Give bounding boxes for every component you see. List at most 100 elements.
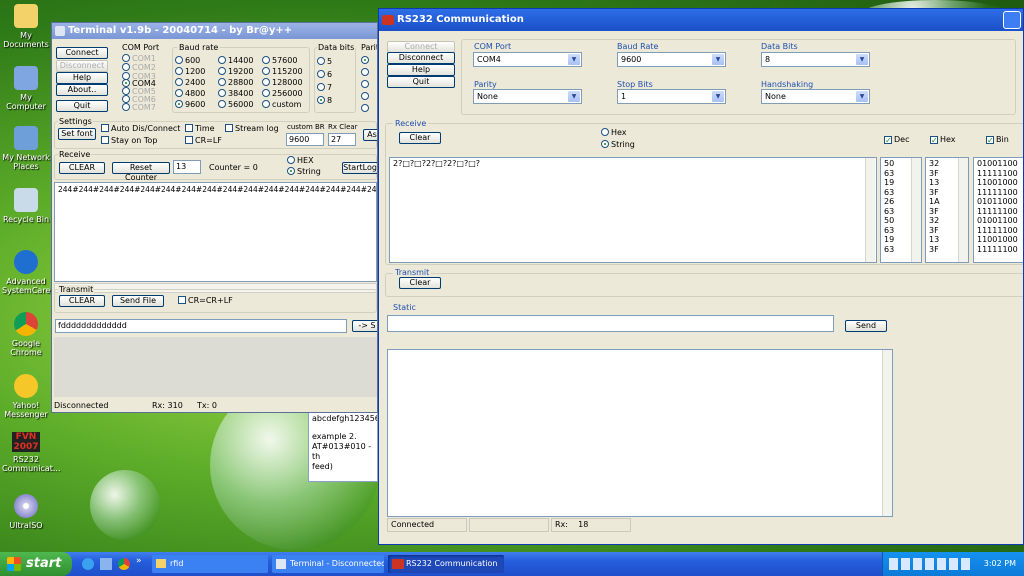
com-radio-1[interactable]: COM1 — [122, 54, 156, 63]
minimize-button[interactable] — [1003, 11, 1021, 29]
terminal-window[interactable]: Terminal v1.9b - 20040714 - by Br@y++ Co… — [51, 22, 378, 413]
rs232-stop-bits-select[interactable]: 1 ▼ — [617, 89, 726, 104]
baud-radio-selected[interactable]: 9600 — [175, 99, 205, 110]
baud-radio[interactable]: 57600 — [262, 55, 303, 66]
rs232-receive-text[interactable]: 2?□?□?2?□?2?□?□? — [389, 157, 877, 263]
rs232-string-radio[interactable]: String — [601, 140, 635, 149]
parity-options[interactable] — [361, 55, 371, 115]
baud-radio[interactable]: custom — [262, 99, 303, 110]
bin-list[interactable]: 01001100 11111100 11001000 11111100 0101… — [973, 157, 1023, 263]
desktop-icon-google-chrome[interactable]: Google Chrome — [2, 312, 50, 357]
rs232-handshaking-select[interactable]: None ▼ — [761, 89, 870, 104]
notepad-window-fragment[interactable]: abcdefgh123456 example 2. AT#013#010 - t… — [308, 410, 378, 482]
desktop-icon-my-documents[interactable]: My Documents — [2, 4, 50, 49]
rs232-title-bar[interactable]: RS232 Communication — [379, 9, 1023, 31]
baud-radio[interactable]: 4800 — [175, 88, 205, 99]
data-bits-label: Data bits — [317, 43, 356, 52]
reset-counter-button[interactable]: Reset Counter — [112, 162, 170, 182]
receive-clear-button[interactable]: CLEAR — [59, 162, 105, 174]
chevron-right-icon[interactable]: » — [136, 556, 142, 566]
hex-radio[interactable]: HEX — [287, 156, 314, 165]
taskbar-item-rfid[interactable]: rfid — [152, 555, 268, 573]
rs232-hex-radio[interactable]: Hex — [601, 128, 627, 137]
string-radio[interactable]: String — [287, 167, 321, 176]
terminal-connect-button[interactable]: Connect — [56, 47, 108, 59]
baud-radio[interactable]: 19200 — [218, 66, 253, 77]
desktop-icon-yahoo-messenger[interactable]: Yahoo! Messenger — [2, 374, 50, 419]
baud-radio[interactable]: 28800 — [218, 77, 253, 88]
rs232-quit-button[interactable]: Quit — [387, 76, 455, 88]
rs232-disconnect-button[interactable]: Disconnect — [387, 52, 455, 64]
bin-checkbox[interactable]: ✓ Bin — [986, 135, 1009, 145]
rs232-data-bits-select[interactable]: 8 ▼ — [761, 52, 870, 67]
baud-radio[interactable]: 128000 — [262, 77, 303, 88]
cr-lf-checkbox[interactable]: CR=LF — [185, 136, 222, 145]
com-radio-7[interactable]: COM7 — [122, 103, 156, 112]
terminal-disconnect-button[interactable]: Disconnect — [56, 60, 108, 72]
baud-radio[interactable]: 115200 — [262, 66, 303, 77]
baud-radio[interactable]: 56000 — [218, 99, 253, 110]
start-log-button[interactable]: StartLog — [342, 162, 377, 174]
data-bits-radio[interactable]: 6 — [317, 68, 332, 81]
transmit-clear-button[interactable]: CLEAR — [59, 295, 105, 307]
desktop-icon-my-computer[interactable]: My Computer — [2, 66, 50, 111]
rx-clear-input[interactable]: 27 — [328, 133, 356, 146]
stream-log-checkbox[interactable]: Stream log — [225, 124, 279, 133]
terminal-quit-button[interactable]: Quit — [56, 100, 108, 112]
ie-icon[interactable] — [82, 558, 94, 570]
terminal-about-button[interactable]: About.. — [56, 84, 108, 96]
baud-radio[interactable]: 600 — [175, 55, 205, 66]
desktop-icon[interactable] — [100, 558, 112, 570]
taskbar-item-rs232[interactable]: RS232 Communication — [388, 555, 504, 573]
start-button[interactable]: start — [0, 552, 72, 576]
stay-on-top-checkbox[interactable]: Stay on Top — [101, 136, 157, 145]
rs232-send-button[interactable]: Send — [845, 320, 887, 332]
rs232-transmit-clear-button[interactable]: Clear — [399, 277, 441, 289]
clock[interactable]: 3:02 PM — [984, 559, 1016, 568]
rs232-log-area[interactable] — [387, 349, 893, 517]
dec-checkbox[interactable]: ✓ Dec — [884, 135, 909, 145]
rs232-parity-select[interactable]: None ▼ — [473, 89, 582, 104]
transmit-send-button[interactable]: -> S — [352, 320, 377, 332]
baud-radio[interactable]: 14400 — [218, 55, 253, 66]
rs232-receive-clear-button[interactable]: Clear — [399, 132, 441, 144]
baud-radio[interactable]: 256000 — [262, 88, 303, 99]
desktop-icon-rs232[interactable]: FVN 2007 RS232 Communicat... — [2, 432, 61, 473]
desktop-icon-advanced-systemcare[interactable]: Advanced SystemCare — [2, 250, 50, 295]
terminal-receive-area[interactable]: 244#244#244#244#244#244#244#244#244#244#… — [54, 182, 377, 282]
auto-dis-checkbox[interactable]: Auto Dis/Connect — [101, 124, 180, 133]
taskbar-item-terminal[interactable]: Terminal - Disconnected — [272, 555, 384, 573]
desktop-icon-recycle-bin[interactable]: Recycle Bin — [2, 188, 50, 224]
desktop-icon-ultraiso[interactable]: UltraISO — [2, 494, 50, 530]
hex-scrollbar[interactable] — [958, 158, 968, 262]
terminal-help-button[interactable]: Help — [56, 72, 108, 84]
rs232-help-button[interactable]: Help — [387, 64, 455, 76]
rs232-com-port-select[interactable]: COM4 ▼ — [473, 52, 582, 67]
chrome-quick-icon[interactable] — [118, 558, 130, 570]
baud-radio[interactable]: 38400 — [218, 88, 253, 99]
desktop-icon-network[interactable]: My Network Places — [2, 126, 50, 171]
data-bits-radio[interactable]: 5 — [317, 55, 332, 68]
counter-spinner[interactable]: 13 — [173, 160, 201, 174]
rs232-log-scrollbar[interactable] — [882, 350, 892, 516]
custom-br-input[interactable]: 9600 — [286, 133, 324, 146]
hex-checkbox[interactable]: ✓ Hex — [930, 135, 956, 145]
set-font-button[interactable]: Set font — [58, 128, 96, 140]
data-bits-radio[interactable]: 7 — [317, 81, 332, 94]
settings-extra-button[interactable]: As — [363, 129, 377, 141]
baud-radio[interactable]: 2400 — [175, 77, 205, 88]
dec-scrollbar[interactable] — [911, 158, 921, 262]
com-radio-2[interactable]: COM2 — [122, 63, 156, 72]
transmit-input[interactable]: fddddddddddddd — [55, 319, 347, 333]
send-file-button[interactable]: Send File — [112, 295, 164, 307]
tray-icons[interactable] — [889, 558, 973, 570]
rs232-window[interactable]: RS232 Communication Connect Disconnect H… — [378, 8, 1024, 545]
rs232-receive-scrollbar[interactable] — [865, 158, 875, 262]
rs232-static-input[interactable] — [387, 315, 834, 332]
cr-crlf-checkbox[interactable]: CR=CR+LF — [178, 296, 233, 305]
time-checkbox[interactable]: Time — [185, 124, 215, 133]
data-bits-radio-selected[interactable]: 8 — [317, 94, 332, 107]
rs232-baud-rate-select[interactable]: 9600 ▼ — [617, 52, 726, 67]
terminal-title-bar[interactable]: Terminal v1.9b - 20040714 - by Br@y++ — [52, 23, 377, 39]
baud-radio[interactable]: 1200 — [175, 66, 205, 77]
